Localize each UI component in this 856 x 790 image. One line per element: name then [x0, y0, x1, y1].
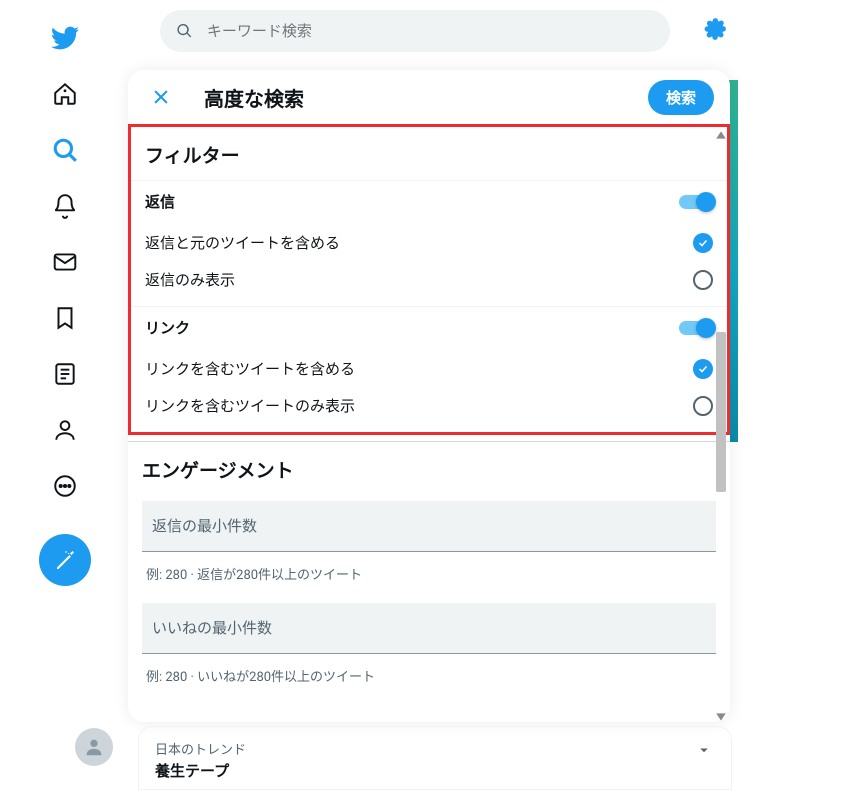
trend-location: 日本のトレンド [155, 739, 715, 758]
filter-replies-row: 返信 [131, 180, 727, 222]
notifications-icon[interactable] [41, 182, 89, 230]
links-only-row[interactable]: リンクを含むツイートのみ表示 [131, 389, 727, 432]
advanced-search-modal: 高度な検索 検索 フィルター 返信 返信と元のツイートを含める 返信のみ表示 リ… [128, 70, 730, 722]
links-only-radio[interactable] [693, 396, 713, 416]
settings-icon[interactable] [704, 18, 726, 40]
replies-include-radio[interactable] [693, 233, 713, 253]
min-replies-field-wrap [128, 495, 730, 552]
replies-only-row[interactable]: 返信のみ表示 [131, 263, 727, 306]
profile-icon[interactable] [41, 406, 89, 454]
twitter-logo-icon[interactable] [41, 14, 89, 62]
trend-name: 養生テープ [155, 760, 715, 781]
close-button[interactable] [144, 80, 178, 114]
check-icon [697, 363, 709, 375]
min-likes-field-wrap [128, 597, 730, 654]
engagement-heading: エンゲージメント [128, 442, 730, 495]
modal-header: 高度な検索 検索 [128, 70, 730, 124]
replies-include-label: 返信と元のツイートを含める [145, 232, 340, 253]
filter-replies-label: 返信 [145, 191, 175, 212]
scroll-down-arrow-icon[interactable] [715, 708, 727, 720]
filter-links-row: リンク [131, 306, 727, 348]
replies-only-label: 返信のみ表示 [145, 269, 235, 290]
modal-title: 高度な検索 [204, 83, 304, 112]
modal-scrollbar[interactable] [714, 124, 728, 722]
scrollbar-thumb[interactable] [716, 332, 726, 492]
scroll-up-arrow-icon[interactable] [715, 126, 727, 138]
close-icon [151, 87, 171, 107]
search-input[interactable] [207, 22, 654, 40]
min-replies-input[interactable] [142, 501, 716, 552]
compose-tweet-button[interactable] [39, 534, 91, 586]
replies-include-row[interactable]: 返信と元のツイートを含める [131, 222, 727, 263]
links-include-row[interactable]: リンクを含むツイートを含める [131, 348, 727, 389]
links-include-label: リンクを含むツイートを含める [145, 358, 355, 379]
filter-heading: フィルター [131, 127, 727, 180]
filter-links-label: リンク [145, 317, 190, 338]
lists-icon[interactable] [41, 350, 89, 398]
replies-toggle[interactable] [679, 195, 713, 209]
check-icon [697, 237, 709, 249]
messages-icon[interactable] [41, 238, 89, 286]
search-icon [176, 22, 193, 40]
links-only-label: リンクを含むツイートのみ表示 [145, 395, 355, 416]
min-likes-hint: 例: 280 · いいねが280件以上のツイート [128, 654, 730, 699]
search-nav-icon[interactable] [41, 126, 89, 174]
bookmarks-icon[interactable] [41, 294, 89, 342]
min-likes-input[interactable] [142, 603, 716, 654]
replies-only-radio[interactable] [693, 270, 713, 290]
links-toggle[interactable] [679, 321, 713, 335]
filter-highlight-region: フィルター 返信 返信と元のツイートを含める 返信のみ表示 リンク リンクを含 [128, 124, 730, 435]
modal-body[interactable]: フィルター 返信 返信と元のツイートを含める 返信のみ表示 リンク リンクを含 [128, 124, 730, 722]
search-button[interactable]: 検索 [648, 80, 714, 115]
top-search-bar[interactable] [160, 10, 670, 52]
nav-rail [0, 0, 130, 790]
more-icon[interactable] [41, 462, 89, 510]
account-avatar[interactable] [75, 728, 113, 766]
links-include-radio[interactable] [693, 359, 713, 379]
trend-more-icon[interactable] [695, 741, 713, 763]
home-icon[interactable] [41, 70, 89, 118]
trend-card[interactable]: 日本のトレンド 養生テープ [138, 726, 732, 790]
min-replies-hint: 例: 280 · 返信が280件以上のツイート [128, 552, 730, 597]
